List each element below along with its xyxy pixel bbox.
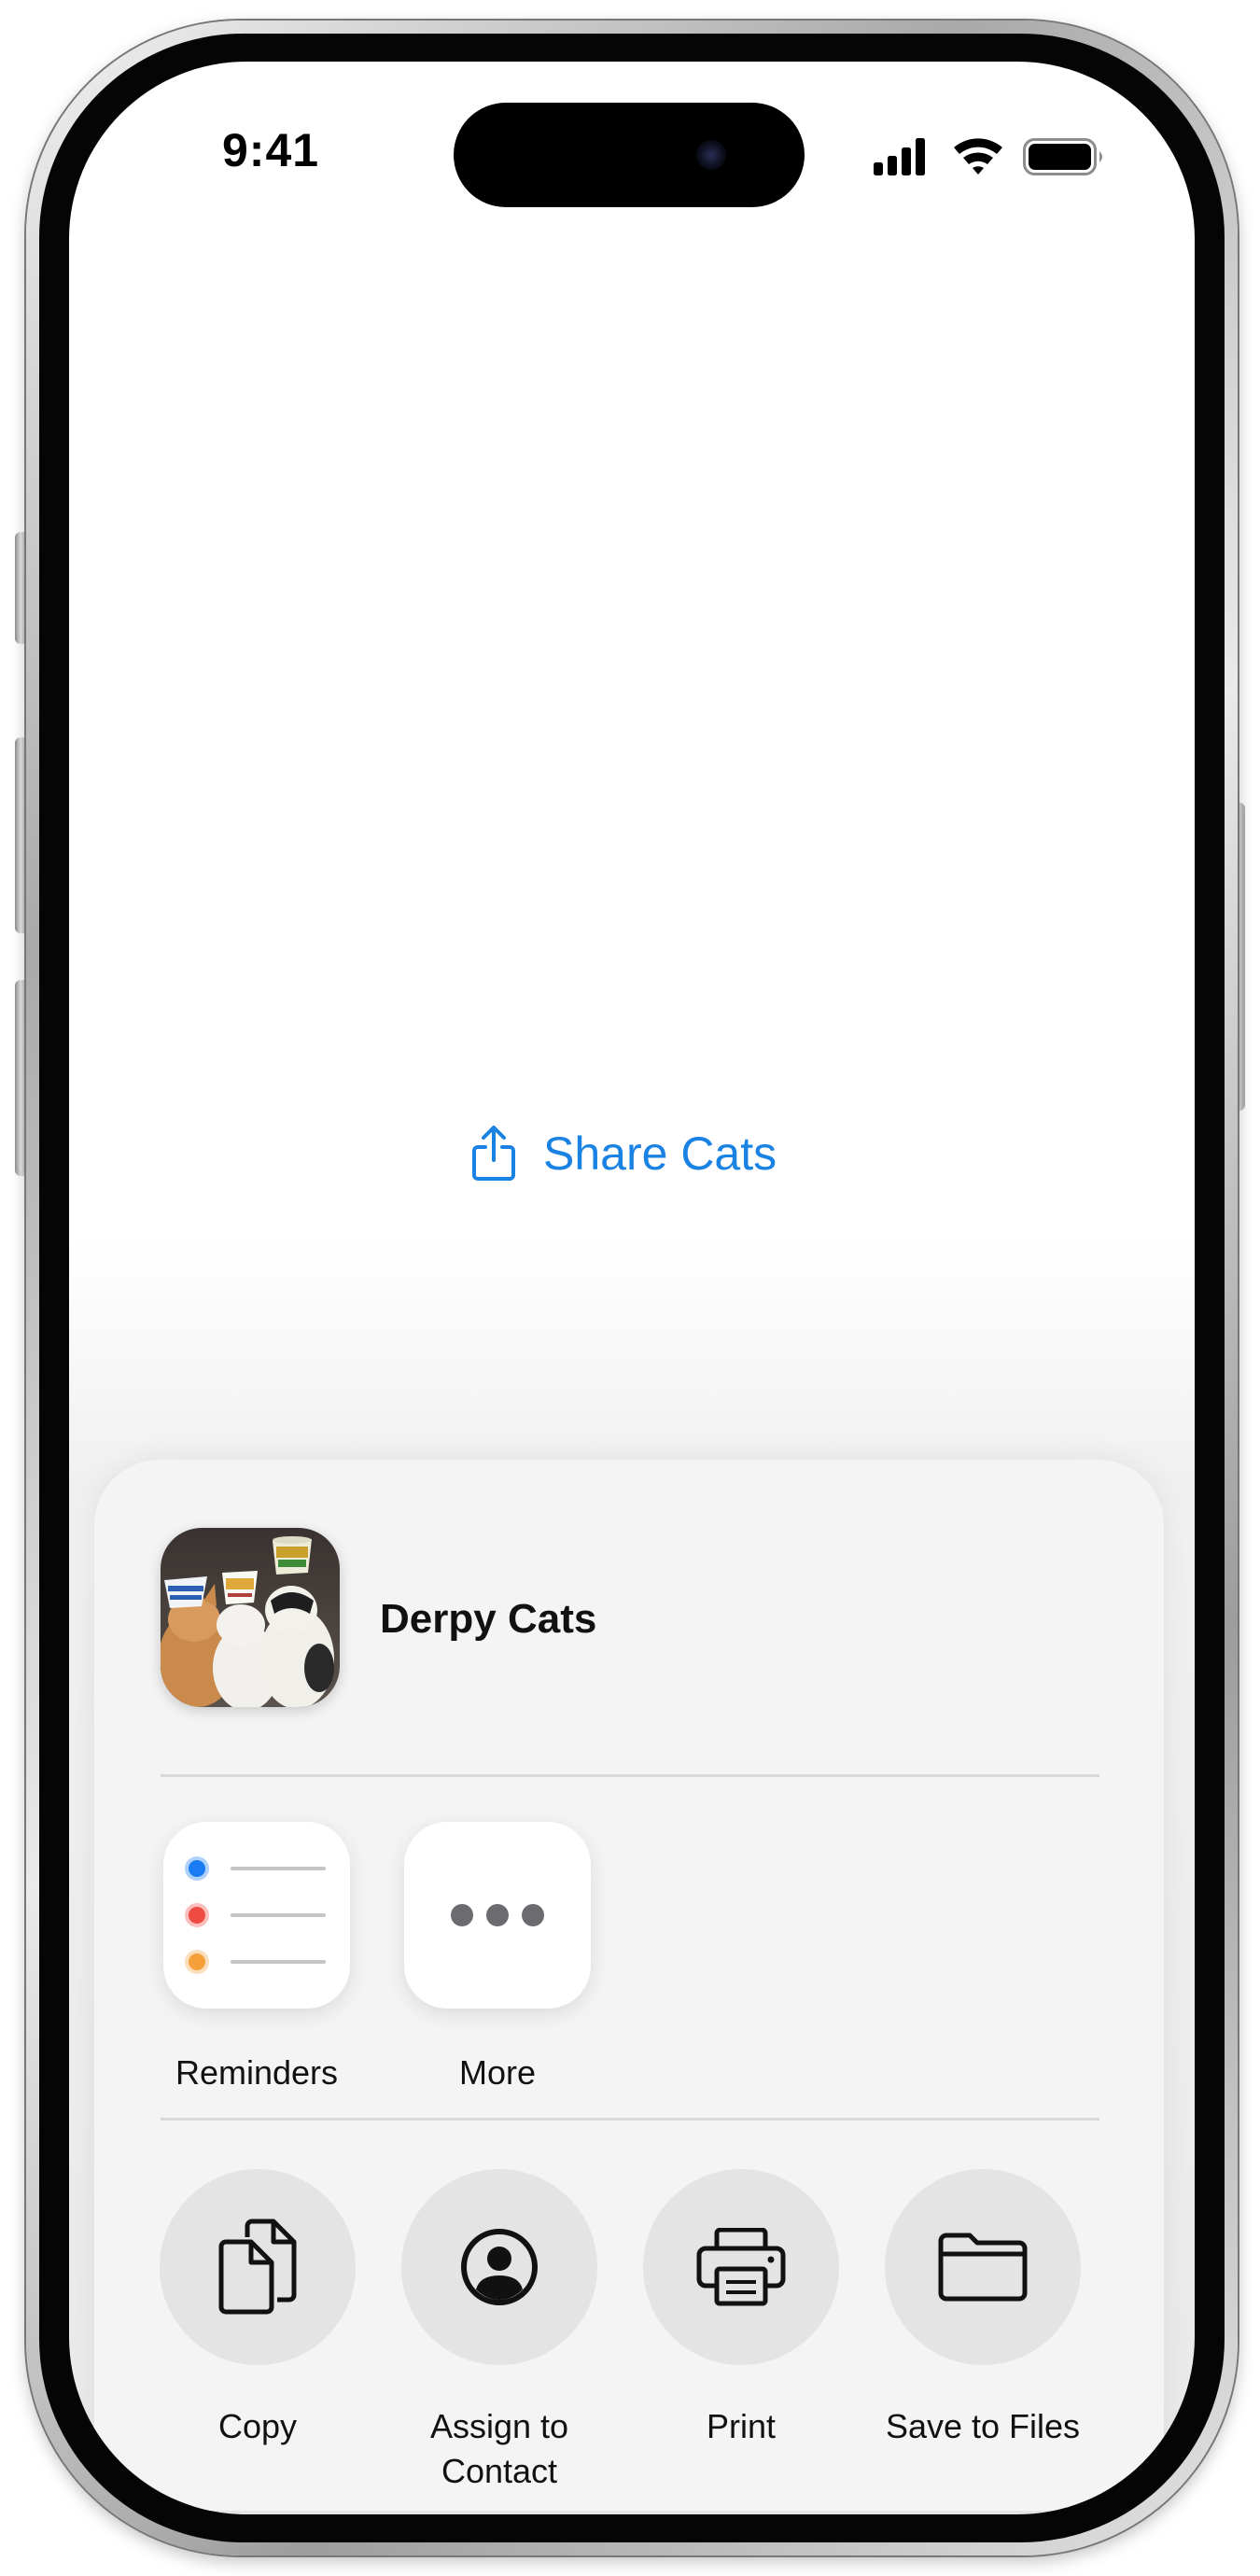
reminders-app-button[interactable] (163, 1822, 350, 2009)
share-sheet: Derpy Cats Reminders More Copy Assign to… (94, 1460, 1164, 2511)
cellular-signal-icon (874, 138, 925, 175)
shared-item-title: Derpy Cats (380, 1596, 597, 1642)
share-cats-button[interactable]: Share Cats (470, 1116, 777, 1191)
assign-to-contact-label-line-2: Contact (441, 2452, 558, 2490)
reminders-icon (185, 1856, 326, 1974)
more-icon (451, 1904, 544, 1926)
copy-button[interactable] (160, 2169, 356, 2365)
save-to-files-button[interactable] (885, 2169, 1081, 2365)
more-apps-button[interactable] (404, 1822, 591, 2009)
save-to-files-label: Save to Files (885, 2407, 1081, 2445)
screen: 9:41 Share Cats Derpy Cats Reminders Mor… (69, 62, 1195, 2514)
reminders-label: Reminders (175, 2053, 339, 2092)
dynamic-island (454, 103, 805, 207)
share-cats-label: Share Cats (543, 1127, 777, 1180)
divider (161, 1774, 1099, 1777)
phone-mockup: 9:41 Share Cats Derpy Cats Reminders Mor… (0, 0, 1260, 2576)
divider (161, 2118, 1099, 2121)
wifi-icon (954, 138, 1002, 175)
copy-icon (218, 2219, 297, 2315)
status-icons-graphic (874, 138, 1102, 175)
assign-to-contact-button[interactable] (401, 2169, 597, 2365)
assign-to-contact-label: Assign to Contact (369, 2404, 630, 2494)
status-time: 9:41 (222, 124, 320, 176)
front-camera-icon (696, 140, 726, 170)
item-thumbnail (161, 1528, 340, 1707)
print-button[interactable] (643, 2169, 839, 2365)
device-frame: 9:41 Share Cats Derpy Cats Reminders Mor… (26, 21, 1238, 2555)
share-icon (472, 1126, 515, 1181)
copy-label: Copy (217, 2407, 298, 2445)
status-icons (874, 136, 1116, 177)
print-label: Print (706, 2407, 777, 2445)
battery-icon (1023, 138, 1102, 175)
folder-icon (938, 2233, 1028, 2302)
assign-to-contact-label-line-1: Assign to (429, 2407, 569, 2445)
printer-icon (696, 2228, 786, 2306)
person-circle-icon (461, 2229, 538, 2305)
more-label: More (458, 2053, 537, 2092)
cats-photo-image (161, 1528, 340, 1707)
device-bezel: 9:41 Share Cats Derpy Cats Reminders Mor… (39, 34, 1225, 2542)
